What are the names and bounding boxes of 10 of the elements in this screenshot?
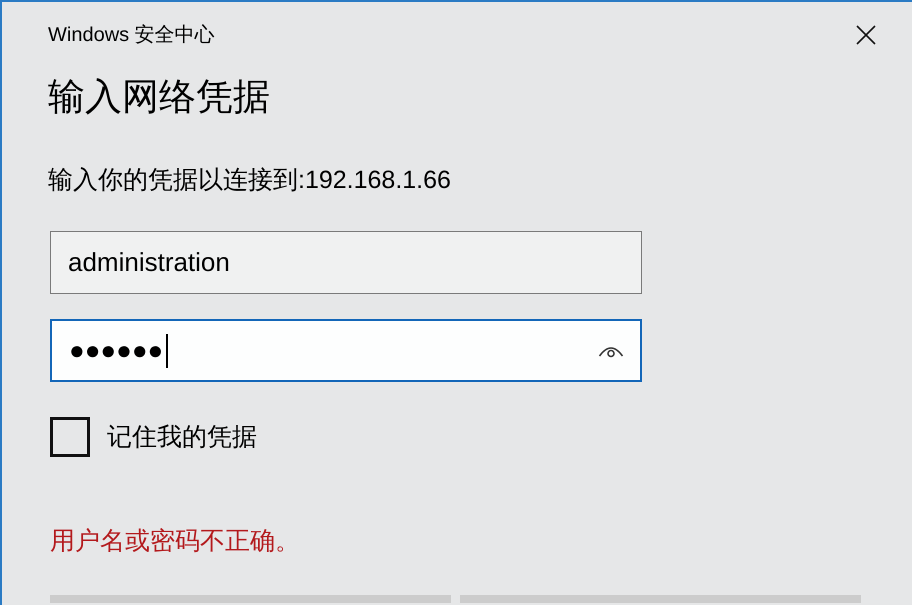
close-icon[interactable] [856,25,876,45]
text-cursor [166,334,168,368]
password-field[interactable]: ●●●●●● [50,319,642,382]
username-field[interactable]: administration [50,231,642,294]
dialog-heading: 输入网络凭据 [48,75,271,119]
window-title: Windows 安全中心 [48,23,215,47]
prompt-text: 输入你的凭据以连接到:192.168.1.66 [48,165,452,196]
checkbox-label[interactable]: 记住我的凭据 [107,422,257,452]
error-message: 用户名或密码不正确。 [50,526,301,557]
checkbox[interactable] [50,417,90,457]
